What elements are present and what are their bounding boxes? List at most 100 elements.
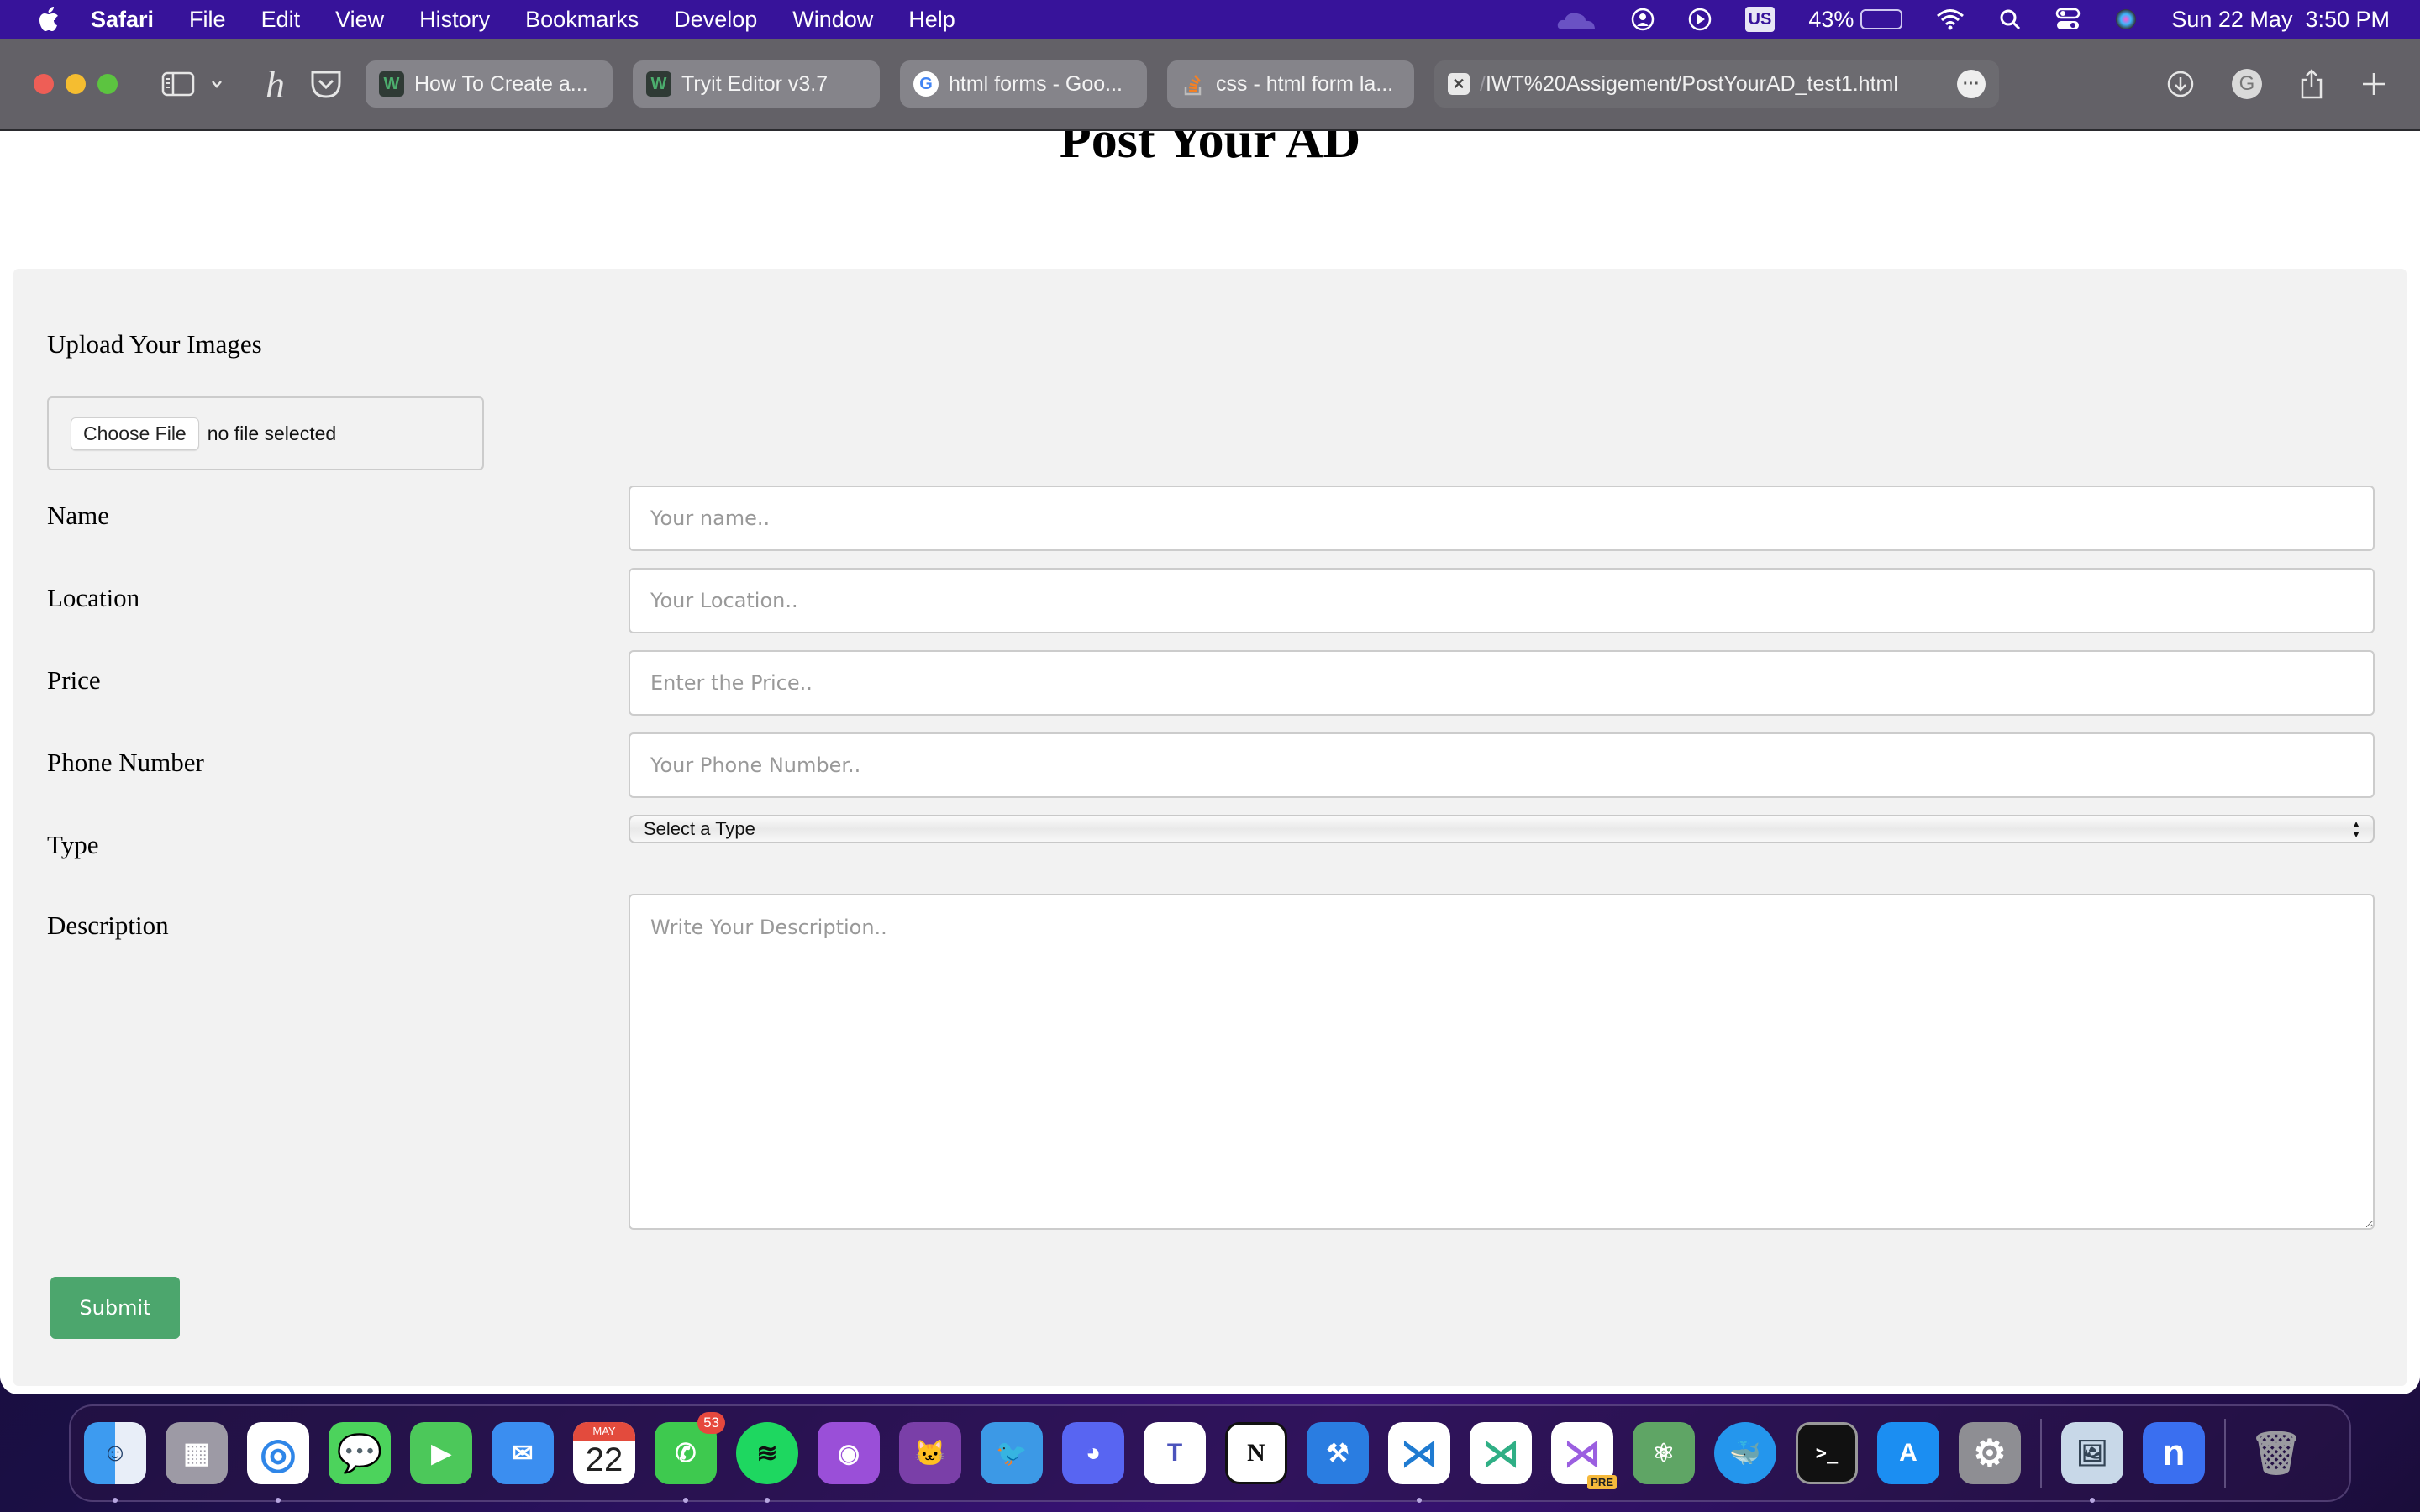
- menu-history[interactable]: History: [419, 7, 490, 33]
- dock-github-desktop[interactable]: 🐱: [899, 1422, 961, 1484]
- launchpad-icon: ▦: [182, 1437, 211, 1469]
- share-icon[interactable]: [2299, 68, 2324, 100]
- spotlight-search-icon[interactable]: [1998, 7, 2022, 32]
- running-indicator: [1417, 1498, 1422, 1503]
- dock-spotify[interactable]: ≋: [736, 1422, 798, 1503]
- google-icon: G: [913, 71, 939, 97]
- location-label: Location: [47, 583, 140, 612]
- dock-notion[interactable]: N: [1225, 1422, 1287, 1484]
- phone-number-label: Phone Number: [47, 748, 204, 777]
- notion-icon: N: [1247, 1439, 1265, 1467]
- media-play-icon[interactable]: [1688, 7, 1712, 32]
- choose-file-button[interactable]: Choose File: [71, 417, 199, 450]
- dock-separator: [2040, 1419, 2042, 1488]
- pocket-icon[interactable]: [310, 69, 342, 99]
- page-title: Post Your AD: [1059, 131, 1361, 169]
- dock-launchpad[interactable]: ▦: [166, 1422, 228, 1484]
- tab-how-to-create[interactable]: W How To Create a...: [366, 60, 613, 108]
- phone-number-input[interactable]: [629, 732, 2375, 798]
- apple-menu-icon[interactable]: [32, 7, 66, 32]
- menu-view[interactable]: View: [335, 7, 384, 33]
- minimize-window-button[interactable]: [66, 74, 86, 94]
- tab-title: How To Create a...: [414, 71, 588, 96]
- dock-preview[interactable]: 🖼: [2061, 1422, 2123, 1503]
- running-indicator: [276, 1498, 281, 1503]
- price-input[interactable]: [629, 650, 2375, 716]
- tab-title: html forms - Goo...: [949, 71, 1123, 96]
- dock-docker[interactable]: 🐳: [1714, 1422, 1776, 1484]
- menu-bar: Safari File Edit View History Bookmarks …: [0, 0, 2420, 39]
- zoom-window-button[interactable]: [97, 74, 118, 94]
- dock-discord[interactable]: ◕: [1062, 1422, 1124, 1484]
- menu-develop[interactable]: Develop: [674, 7, 757, 33]
- more-options-icon[interactable]: ···: [1957, 70, 1986, 98]
- dock-trash[interactable]: 🗑: [2245, 1422, 2307, 1484]
- dock-finder[interactable]: ☺: [84, 1422, 146, 1503]
- whatsapp-icon: ✆: [675, 1439, 697, 1467]
- dock-mail[interactable]: ✉: [492, 1422, 554, 1484]
- name-input[interactable]: [629, 486, 2375, 551]
- grammarly-icon[interactable]: G: [2232, 69, 2262, 99]
- tab-tryit-editor[interactable]: W Tryit Editor v3.7: [633, 60, 880, 108]
- address-bar[interactable]: /IWT%20Assigement/PostYourAD_test1.html: [1480, 72, 1947, 97]
- tab-active-address[interactable]: ✕ /IWT%20Assigement/PostYourAD_test1.htm…: [1434, 60, 1999, 108]
- atom-icon: ⚛: [1652, 1439, 1676, 1467]
- docker-whale-icon: 🐳: [1729, 1439, 1761, 1467]
- dock-teams[interactable]: T: [1144, 1422, 1206, 1484]
- browser-toolbar: h W How To Create a... W Tryit Editor v3…: [0, 39, 2420, 131]
- control-center-icon[interactable]: [2055, 7, 2081, 32]
- dock-nextcloud[interactable]: n: [2143, 1422, 2205, 1484]
- location-input[interactable]: [629, 568, 2375, 633]
- wifi-icon[interactable]: [1936, 7, 1965, 32]
- menu-file[interactable]: File: [189, 7, 226, 33]
- type-select[interactable]: Select a Type ▲ ▼: [629, 815, 2375, 843]
- cloudflare-warp-icon[interactable]: [1555, 7, 1597, 32]
- battery-percent: 43%: [1808, 6, 1854, 32]
- battery-status[interactable]: 43%: [1808, 6, 1903, 33]
- dock-terminal[interactable]: >_: [1796, 1422, 1858, 1484]
- menu-window[interactable]: Window: [792, 7, 873, 33]
- user-account-icon[interactable]: [1631, 7, 1655, 32]
- dock-calendar[interactable]: MAY 22: [573, 1422, 635, 1484]
- tab-google-search[interactable]: G html forms - Goo...: [900, 60, 1147, 108]
- new-tab-icon[interactable]: [2361, 71, 2386, 97]
- menu-app-safari[interactable]: Safari: [91, 7, 154, 33]
- menu-edit[interactable]: Edit: [261, 7, 301, 33]
- siri-icon[interactable]: [2114, 7, 2138, 32]
- stackoverflow-icon: [1181, 71, 1206, 97]
- safari-compass-icon: ◎: [260, 1430, 297, 1477]
- menu-bookmarks[interactable]: Bookmarks: [525, 7, 639, 33]
- dock-safari[interactable]: ◎: [247, 1422, 309, 1503]
- dock-facetime[interactable]: ▶: [410, 1422, 472, 1484]
- dock-atom[interactable]: ⚛: [1633, 1422, 1695, 1484]
- gear-icon: ⚙: [1973, 1432, 2007, 1474]
- close-tab-icon[interactable]: ✕: [1448, 73, 1470, 95]
- dock-visual-studio-preview[interactable]: ⋊ PRE: [1551, 1422, 1617, 1489]
- dock-app-store[interactable]: A: [1877, 1422, 1939, 1484]
- sidebar-toggle-icon[interactable]: [161, 71, 195, 97]
- close-window-button[interactable]: [34, 74, 54, 94]
- dock-podcasts[interactable]: ◉: [818, 1422, 880, 1484]
- dock-vscodium[interactable]: ⋊: [1470, 1422, 1532, 1484]
- finder-icon: ☺: [102, 1439, 129, 1467]
- safari-window: h W How To Create a... W Tryit Editor v3…: [0, 39, 2420, 1394]
- name-label: Name: [47, 501, 110, 530]
- chevron-down-icon[interactable]: [210, 79, 224, 89]
- dock-twitter[interactable]: 🐦: [981, 1422, 1043, 1484]
- downloads-icon[interactable]: [2166, 70, 2195, 98]
- running-indicator: [2090, 1498, 2095, 1503]
- submit-button[interactable]: Submit: [50, 1277, 180, 1339]
- clock[interactable]: Sun 22 May 3:50 PM: [2171, 7, 2390, 33]
- web-page: Post Your AD Upload Your Images Choose F…: [0, 131, 2420, 1394]
- input-source-badge[interactable]: US: [1744, 7, 1776, 32]
- dock-xcode[interactable]: ⚒: [1307, 1422, 1369, 1484]
- tab-stackoverflow[interactable]: css - html form la...: [1167, 60, 1414, 108]
- dock-vscode[interactable]: ⋊: [1388, 1422, 1450, 1503]
- description-textarea[interactable]: [629, 894, 2375, 1230]
- dock-separator: [2224, 1419, 2226, 1488]
- dock-messages[interactable]: 💬: [329, 1422, 391, 1484]
- dock-whatsapp[interactable]: ✆ 53: [655, 1412, 725, 1503]
- menu-help[interactable]: Help: [908, 7, 955, 33]
- honey-extension-icon[interactable]: h: [266, 62, 285, 107]
- dock-system-preferences[interactable]: ⚙: [1959, 1422, 2021, 1484]
